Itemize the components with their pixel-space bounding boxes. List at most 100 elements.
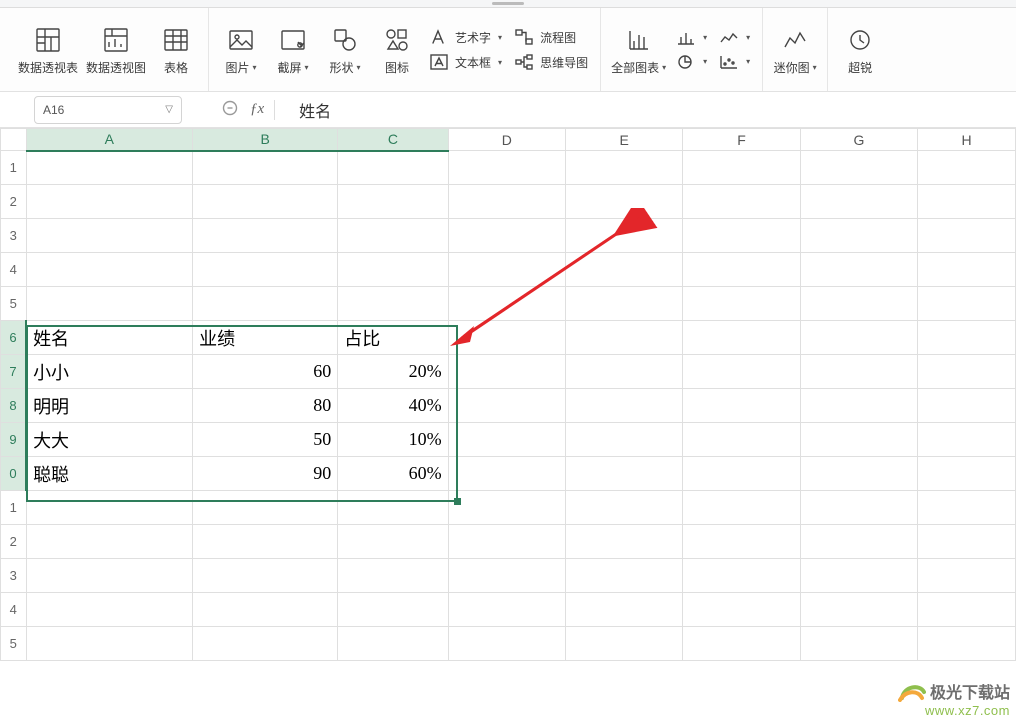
cell[interactable]	[338, 525, 448, 559]
cell[interactable]	[683, 593, 800, 627]
cell[interactable]	[448, 219, 565, 253]
cell[interactable]	[565, 321, 682, 355]
cell[interactable]	[448, 321, 565, 355]
cancel-icon[interactable]	[222, 100, 238, 119]
row-header[interactable]: 6	[1, 321, 27, 355]
cell[interactable]	[26, 593, 193, 627]
wordart-button[interactable]: 艺术字▾	[427, 28, 504, 47]
row-header[interactable]: 1	[1, 491, 27, 525]
cell[interactable]	[918, 253, 1016, 287]
cell[interactable]	[800, 627, 917, 661]
cell[interactable]	[448, 355, 565, 389]
cell[interactable]	[448, 423, 565, 457]
cell[interactable]	[918, 185, 1016, 219]
cell[interactable]	[918, 559, 1016, 593]
cell[interactable]	[918, 593, 1016, 627]
col-header[interactable]: D	[448, 129, 565, 151]
cell[interactable]	[448, 593, 565, 627]
cell[interactable]	[338, 185, 448, 219]
cell[interactable]	[338, 491, 448, 525]
cell[interactable]	[338, 219, 448, 253]
cell[interactable]	[565, 423, 682, 457]
row-header[interactable]: 4	[1, 253, 27, 287]
formula-input[interactable]: 姓名	[299, 98, 331, 122]
cell[interactable]	[800, 151, 917, 185]
pivot-chart-button[interactable]: 数据透视图	[82, 21, 150, 79]
cell[interactable]	[193, 525, 338, 559]
cell[interactable]	[448, 525, 565, 559]
cell[interactable]	[565, 389, 682, 423]
cell[interactable]	[565, 151, 682, 185]
cell[interactable]: 大大	[26, 423, 193, 457]
cell[interactable]	[918, 389, 1016, 423]
cell[interactable]	[683, 457, 800, 491]
shapes-button[interactable]: 形状▾	[319, 21, 371, 79]
cell[interactable]: 占比	[338, 321, 448, 355]
cell[interactable]: 明明	[26, 389, 193, 423]
row-header[interactable]: 7	[1, 355, 27, 389]
cell[interactable]: 聪聪	[26, 457, 193, 491]
cell[interactable]	[448, 491, 565, 525]
cell[interactable]	[683, 389, 800, 423]
col-header[interactable]: B	[193, 129, 338, 151]
cell[interactable]: 业绩	[193, 321, 338, 355]
cell[interactable]	[683, 219, 800, 253]
cell[interactable]	[918, 457, 1016, 491]
cell[interactable]	[683, 423, 800, 457]
cell[interactable]	[193, 219, 338, 253]
cell[interactable]	[26, 525, 193, 559]
cell[interactable]	[918, 287, 1016, 321]
cell[interactable]	[193, 627, 338, 661]
cell[interactable]	[193, 253, 338, 287]
cell[interactable]	[800, 355, 917, 389]
cell[interactable]	[193, 185, 338, 219]
cell[interactable]	[918, 627, 1016, 661]
cell[interactable]	[800, 321, 917, 355]
cell[interactable]	[565, 457, 682, 491]
cell[interactable]	[193, 491, 338, 525]
cell[interactable]	[918, 355, 1016, 389]
cell[interactable]: 姓名	[26, 321, 193, 355]
grid[interactable]: A B C D E F G H 1 2 3 4 5 6 姓名 业绩 占比 7 小…	[0, 128, 1016, 661]
cell[interactable]	[565, 219, 682, 253]
row-header[interactable]: 8	[1, 389, 27, 423]
spreadsheet[interactable]: A B C D E F G H 1 2 3 4 5 6 姓名 业绩 占比 7 小…	[0, 128, 1016, 661]
cell[interactable]	[800, 525, 917, 559]
cell[interactable]	[565, 287, 682, 321]
cell[interactable]	[448, 287, 565, 321]
row-header[interactable]: 1	[1, 151, 27, 185]
cell[interactable]	[26, 185, 193, 219]
cell[interactable]	[448, 559, 565, 593]
cell[interactable]	[565, 253, 682, 287]
col-header[interactable]: F	[683, 129, 800, 151]
cell[interactable]	[800, 219, 917, 253]
cell[interactable]	[26, 287, 193, 321]
icons-button[interactable]: 图标	[371, 21, 423, 79]
cell[interactable]	[565, 355, 682, 389]
cell[interactable]	[800, 423, 917, 457]
cell[interactable]	[683, 287, 800, 321]
cell[interactable]	[338, 627, 448, 661]
cell[interactable]	[193, 151, 338, 185]
screenshot-button[interactable]: 截屏▾	[267, 21, 319, 79]
cell[interactable]: 90	[193, 457, 338, 491]
pie-chart-button[interactable]: ▾	[674, 53, 709, 71]
col-header[interactable]: E	[565, 129, 682, 151]
bar-chart-button[interactable]: ▾	[674, 29, 709, 47]
mindmap-button[interactable]: 思维导图	[512, 53, 590, 72]
table-button[interactable]: 表格	[150, 21, 202, 79]
cell[interactable]	[26, 491, 193, 525]
row-header[interactable]: 4	[1, 593, 27, 627]
cell[interactable]	[338, 253, 448, 287]
row-header[interactable]: 3	[1, 559, 27, 593]
cell[interactable]: 50	[193, 423, 338, 457]
line-chart-button[interactable]: ▾	[717, 29, 752, 47]
cell[interactable]	[448, 627, 565, 661]
cell[interactable]	[683, 185, 800, 219]
cell[interactable]	[565, 525, 682, 559]
textbox-button[interactable]: 文本框▾	[427, 53, 504, 72]
cell[interactable]	[683, 321, 800, 355]
cell[interactable]	[448, 151, 565, 185]
row-header[interactable]: 2	[1, 525, 27, 559]
more-button[interactable]: 超锐	[834, 21, 886, 79]
